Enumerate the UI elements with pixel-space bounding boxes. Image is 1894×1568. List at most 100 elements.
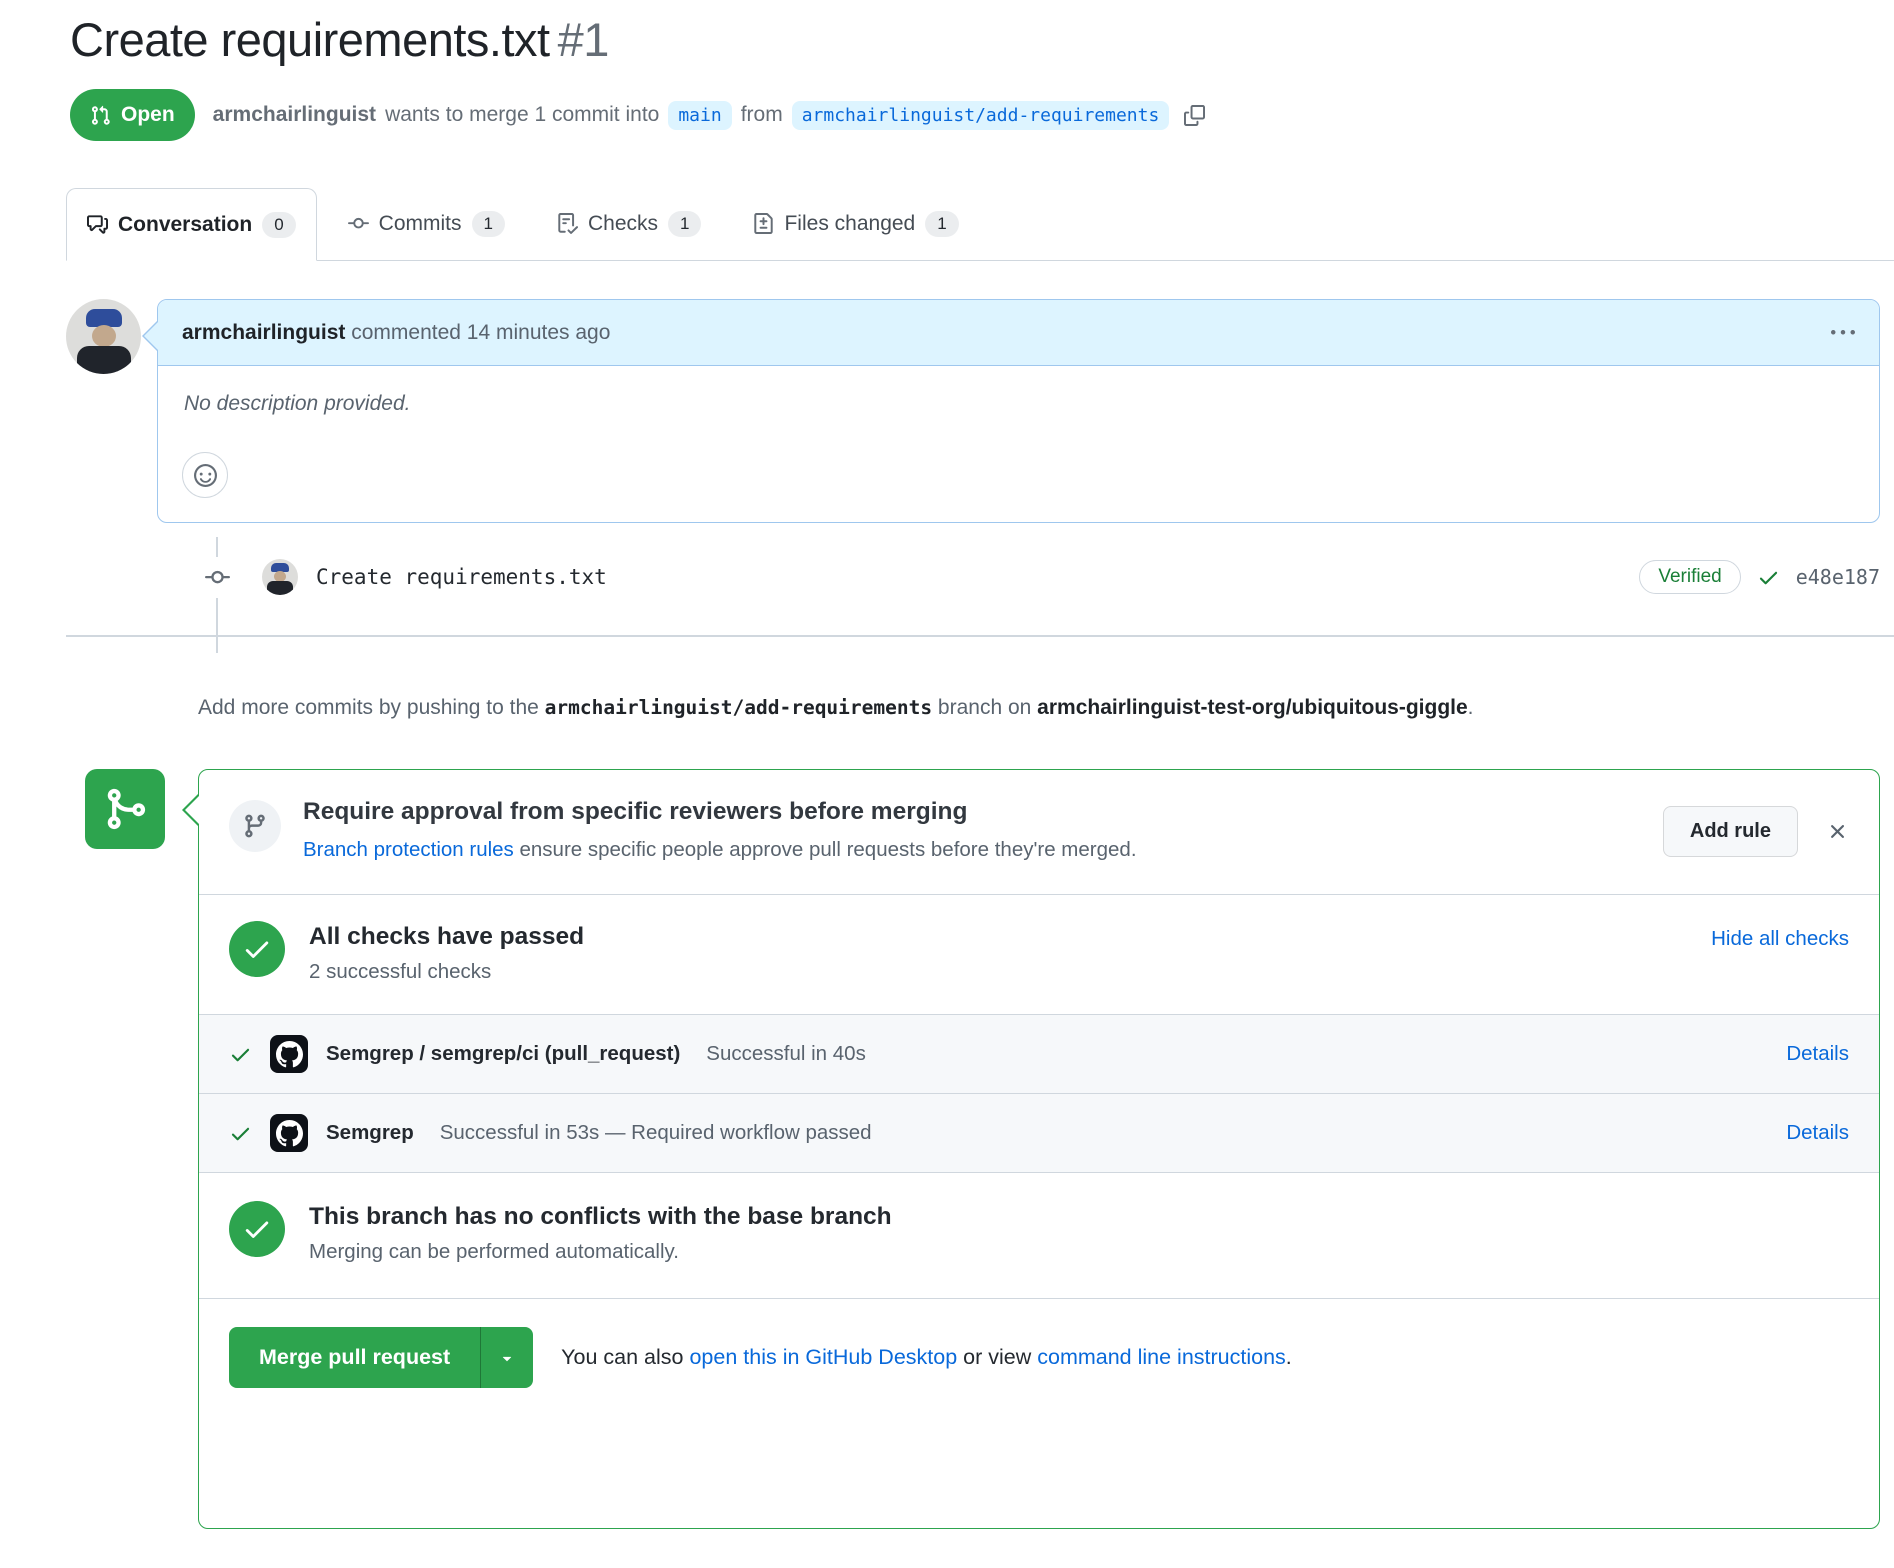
github-app-avatar[interactable] — [270, 1035, 308, 1073]
checks-summary: All checks have passed 2 successful chec… — [199, 894, 1879, 1014]
timeline-divider — [66, 635, 1894, 637]
tab-label: Checks — [588, 212, 658, 236]
byline-from-text: from — [741, 103, 783, 127]
tab-checks[interactable]: Checks 1 — [536, 187, 723, 260]
pr-author-link[interactable]: armchairlinguist — [213, 103, 376, 127]
tab-count: 0 — [262, 212, 295, 238]
pr-byline: Open armchairlinguist wants to merge 1 c… — [70, 89, 1880, 141]
pr-state-label: Open — [121, 103, 175, 127]
head-branch-label[interactable]: armchairlinguist/add-requirements — [792, 101, 1170, 130]
success-check-icon — [229, 1201, 285, 1257]
merge-options-dropdown[interactable] — [480, 1327, 533, 1388]
comment-meta: commented 14 minutes ago — [351, 321, 610, 344]
tab-label: Conversation — [118, 213, 252, 237]
branch-rule-banner: Require approval from specific reviewers… — [199, 770, 1879, 894]
discussion-timeline: armchairlinguist commented 14 minutes ag… — [66, 299, 1880, 605]
pr-title-text: Create requirements.txt — [70, 13, 550, 66]
pr-number: #1 — [558, 13, 609, 66]
push-note-middle: branch on — [932, 696, 1037, 719]
github-app-avatar[interactable] — [270, 1114, 308, 1152]
check-name: Semgrep / semgrep/ci (pull_request) — [326, 1042, 680, 1066]
check-list: Semgrep / semgrep/ci (pull_request) Succ… — [199, 1014, 1879, 1172]
no-conflicts-subtitle: Merging can be performed automatically. — [309, 1240, 892, 1264]
comment-author-link[interactable]: armchairlinguist — [182, 321, 345, 344]
check-name: Semgrep — [326, 1121, 414, 1145]
comment-options-button[interactable] — [1831, 321, 1855, 345]
tab-count: 1 — [472, 211, 505, 237]
merge-box: Require approval from specific reviewers… — [66, 769, 1880, 1529]
file-diff-icon — [753, 213, 774, 234]
push-note-branch: armchairlinguist/add-requirements — [545, 696, 932, 719]
merge-card: Require approval from specific reviewers… — [198, 769, 1880, 1529]
checklist-icon — [557, 213, 578, 234]
comment-body: No description provided. — [158, 366, 1879, 522]
pr-byline-text: armchairlinguist wants to merge 1 commit… — [213, 101, 1206, 130]
tab-commits[interactable]: Commits 1 — [327, 187, 526, 260]
tab-conversation[interactable]: Conversation 0 — [66, 188, 317, 261]
branch-protection-rules-link[interactable]: Branch protection rules — [303, 838, 514, 861]
git-branch-icon — [229, 800, 281, 852]
comment-card: armchairlinguist commented 14 minutes ag… — [157, 299, 1880, 523]
check-status: Successful in 53s — Required workflow pa… — [440, 1121, 872, 1145]
commit-author-avatar[interactable] — [262, 559, 298, 595]
comment-discussion-icon — [87, 214, 108, 235]
merge-button-group: Merge pull request — [229, 1327, 533, 1388]
checks-summary-subtitle: 2 successful checks — [309, 960, 584, 984]
push-note-repo: armchairlinguist-test-org/ubiquitous-gig… — [1037, 696, 1468, 719]
tab-label: Commits — [379, 212, 462, 236]
avatar[interactable] — [66, 299, 141, 374]
merge-actions: Merge pull request You can also open thi… — [199, 1298, 1879, 1416]
also-text: You can also — [561, 1345, 689, 1369]
pr-description-comment: armchairlinguist commented 14 minutes ag… — [66, 299, 1880, 523]
commit-row: Create requirements.txt Verified e48e187 — [66, 549, 1880, 605]
tab-files-changed[interactable]: Files changed 1 — [732, 187, 979, 260]
check-row: Semgrep Successful in 53s — Required wor… — [199, 1093, 1879, 1172]
commit-message-link[interactable]: Create requirements.txt — [316, 565, 607, 589]
pr-tabs: Conversation 0 Commits 1 Checks 1 Files … — [66, 187, 1894, 261]
copy-branch-button[interactable] — [1184, 105, 1205, 126]
comment-text: No description provided. — [184, 392, 1855, 416]
check-row: Semgrep / semgrep/ci (pull_request) Succ… — [199, 1015, 1879, 1093]
period-text: . — [1286, 1345, 1292, 1369]
push-note-suffix: . — [1468, 696, 1474, 719]
push-note: Add more commits by pushing to the armch… — [198, 691, 1478, 725]
page-title: Create requirements.txt#1 — [70, 12, 1880, 67]
tab-label: Files changed — [784, 212, 915, 236]
github-desktop-link[interactable]: open this in GitHub Desktop — [689, 1345, 957, 1369]
dismiss-banner-button[interactable] — [1826, 820, 1849, 843]
add-rule-button[interactable]: Add rule — [1663, 806, 1798, 857]
triangle-down-icon — [498, 1349, 516, 1367]
check-details-link[interactable]: Details — [1786, 1121, 1849, 1145]
comment-header: armchairlinguist commented 14 minutes ag… — [158, 300, 1879, 366]
copy-icon — [1184, 105, 1205, 126]
github-mark-icon — [276, 1041, 303, 1068]
tab-count: 1 — [925, 211, 958, 237]
git-merge-icon — [85, 769, 165, 849]
git-commit-icon — [196, 557, 238, 598]
check-details-link[interactable]: Details — [1786, 1042, 1849, 1066]
smiley-icon — [194, 464, 217, 487]
rule-description: ensure specific people approve pull requ… — [514, 838, 1137, 861]
hide-all-checks-link[interactable]: Hide all checks — [1711, 927, 1849, 951]
success-check-icon — [229, 921, 285, 977]
tab-count: 1 — [668, 211, 701, 237]
kebab-horizontal-icon — [1831, 321, 1855, 345]
git-commit-icon — [348, 213, 369, 234]
pr-state-badge: Open — [70, 89, 195, 141]
verified-badge[interactable]: Verified — [1639, 560, 1740, 594]
mergeability-status: This branch has no conflicts with the ba… — [199, 1172, 1879, 1298]
push-note-prefix: Add more commits by pushing to the — [198, 696, 545, 719]
merge-pull-request-button[interactable]: Merge pull request — [229, 1327, 480, 1388]
check-success-icon — [229, 1043, 252, 1066]
github-mark-icon — [276, 1120, 303, 1147]
byline-middle-text: wants to merge 1 commit into — [385, 103, 659, 127]
pull-request-page: Create requirements.txt#1 Open armchairl… — [0, 12, 1894, 1529]
add-reaction-button[interactable] — [182, 452, 228, 498]
close-icon — [1826, 820, 1849, 843]
check-status: Successful in 40s — [706, 1042, 866, 1066]
commit-sha-link[interactable]: e48e187 — [1796, 565, 1880, 589]
commit-status-check-icon[interactable] — [1757, 566, 1780, 589]
no-conflicts-title: This branch has no conflicts with the ba… — [309, 1203, 892, 1231]
command-line-instructions-link[interactable]: command line instructions — [1037, 1345, 1286, 1369]
base-branch-label[interactable]: main — [668, 101, 731, 130]
